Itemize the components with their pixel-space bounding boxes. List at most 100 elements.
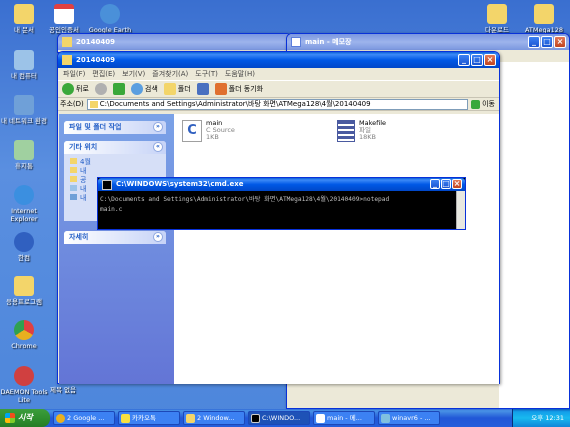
desktop-icon-google-earth[interactable]: Google Earth xyxy=(86,4,134,34)
notepad-icon xyxy=(316,414,325,423)
maximize-button[interactable]: □ xyxy=(441,179,451,189)
taskbar-button-google[interactable]: 2 Google ... xyxy=(53,411,115,425)
desktop-icon-label: 내 컴퓨터 xyxy=(11,72,37,80)
desktop-icon-daemon-tools[interactable]: DAEMON Tools Lite xyxy=(0,366,48,404)
desktop-icon-label: 휴지통 xyxy=(15,162,33,170)
desktop-icon-recycle-bin[interactable]: 휴지통 xyxy=(0,140,48,170)
menu-file[interactable]: 파일(F) xyxy=(63,68,85,80)
forward-button[interactable] xyxy=(94,83,107,95)
desktop-icon-certificate[interactable]: 공인인증서 xyxy=(40,4,88,34)
address-value: C:\Documents and Settings\Administrator\… xyxy=(99,99,371,108)
console-output[interactable]: C:\Documents and Settings\Administrator\… xyxy=(98,191,465,219)
maximize-button[interactable]: □ xyxy=(471,54,483,66)
clock[interactable]: 오후 12:31 xyxy=(531,414,564,422)
cmd-window[interactable]: C:\WINDOWS\system32\cmd.exe _ □ × C:\Doc… xyxy=(97,177,466,230)
back-explorer-window[interactable]: 20140409 xyxy=(57,33,292,53)
other-place-link[interactable]: 4월 xyxy=(70,158,160,167)
chevron-up-icon[interactable]: » xyxy=(153,122,163,132)
desktop-icon-downloads[interactable]: 다운로드 xyxy=(473,4,521,34)
file-item-makefile[interactable]: Makefile 파일 18KB xyxy=(337,120,386,142)
desktop-icon-my-computer[interactable]: 내 컴퓨터 xyxy=(0,50,48,80)
system-tray: 오후 12:31 xyxy=(512,409,570,427)
desktop-icon-label: 내 네트워크 환경 xyxy=(1,117,47,125)
start-button[interactable]: 시작 xyxy=(0,409,50,427)
notepad-text-area[interactable] xyxy=(499,62,569,408)
other-place-label: 내 xyxy=(80,185,87,193)
back-label: 뒤로 xyxy=(76,85,89,93)
network-icon xyxy=(70,194,77,200)
folder-icon xyxy=(70,176,77,182)
taskbar-button-winavr[interactable]: winavr6 - ... xyxy=(378,411,440,425)
other-place-label: 내 xyxy=(80,194,87,202)
menu-edit[interactable]: 편집(E) xyxy=(92,68,115,80)
go-button[interactable]: 이동 xyxy=(471,99,499,109)
panel-header[interactable]: 파일 및 폴더 작업 » xyxy=(64,121,166,134)
up-button[interactable] xyxy=(112,83,125,95)
folder-icon xyxy=(70,158,77,164)
taskbar-button-notepad[interactable]: main - 메... xyxy=(313,411,375,425)
chrome-icon xyxy=(56,414,65,423)
console-line: main.c xyxy=(100,206,123,213)
desktop-icon-apps[interactable]: 응용프로그램 xyxy=(0,276,48,306)
menu-tools[interactable]: 도구(T) xyxy=(195,68,218,80)
other-place-label: 4월 xyxy=(80,158,91,166)
desktop-icon-network[interactable]: 내 네트워크 환경 xyxy=(0,95,48,125)
taskbar-button-kakaotalk[interactable]: 카카오톡 xyxy=(118,411,180,425)
desktop-icon-label: 한컴 xyxy=(18,254,30,262)
desktop-icon-internet-explorer[interactable]: Internet Explorer xyxy=(0,185,48,223)
file-folder-tasks-panel[interactable]: 파일 및 폴더 작업 » xyxy=(64,121,166,134)
desktop-icon-atmega128[interactable]: ATMega128 xyxy=(520,4,568,34)
task-pane: 파일 및 폴더 작업 » 기타 위치 « 4월 내 공 내 내 자세히 » xyxy=(59,114,174,384)
folders-button[interactable]: 폴더 xyxy=(163,83,191,95)
window-title: C:\WINDOWS\system32\cmd.exe xyxy=(116,180,244,188)
taskbar-button-label: main - 메... xyxy=(327,414,362,422)
close-button[interactable]: × xyxy=(554,36,566,48)
chevron-down-icon[interactable]: » xyxy=(153,232,163,242)
globe-icon xyxy=(100,4,120,24)
internet-explorer-icon xyxy=(14,185,34,205)
panel-header[interactable]: 자세히 » xyxy=(64,231,166,244)
taskbar-button-label: 2 Google ... xyxy=(67,414,105,422)
details-panel[interactable]: 자세히 » xyxy=(64,231,166,244)
panel-header[interactable]: 기타 위치 « xyxy=(64,141,166,154)
taskbar-button-cmd[interactable]: C:\WINDO... xyxy=(248,411,310,425)
minimize-button[interactable]: _ xyxy=(528,36,540,48)
scrollbar[interactable] xyxy=(456,191,465,229)
search-button[interactable]: 검색 xyxy=(130,83,158,95)
folder-icon xyxy=(186,414,195,423)
desktop-icon-chrome[interactable]: Chrome xyxy=(0,320,48,350)
menu-view[interactable]: 보기(V) xyxy=(122,68,145,80)
file-list-pane[interactable]: C main C Source 1KB Makefile 파일 18KB xyxy=(174,114,499,384)
menu-favorites[interactable]: 즐겨찾기(A) xyxy=(152,68,188,80)
address-label: 주소(D) xyxy=(60,100,84,108)
sync-button[interactable]: 폴더 동기화 xyxy=(214,83,263,95)
maximize-button[interactable]: □ xyxy=(541,36,553,48)
window-titlebar[interactable]: C:\WINDOWS\system32\cmd.exe _ □ × xyxy=(98,178,465,191)
address-input[interactable]: C:\Documents and Settings\Administrator\… xyxy=(86,98,469,110)
up-folder-icon xyxy=(112,83,125,95)
cmd-icon xyxy=(251,414,260,423)
other-place-link[interactable]: 내 xyxy=(70,167,160,176)
window-titlebar[interactable]: main - 메모장 _ □ × xyxy=(287,34,569,50)
recycle-bin-icon xyxy=(14,140,34,160)
folder-icon xyxy=(89,100,98,108)
back-arrow-icon xyxy=(62,83,74,95)
file-item-main[interactable]: C main C Source 1KB xyxy=(182,120,235,142)
desktop-icon-label: Chrome xyxy=(11,342,37,350)
views-button[interactable] xyxy=(196,83,209,95)
back-button[interactable]: 뒤로 xyxy=(62,83,89,95)
menu-help[interactable]: 도움말(H) xyxy=(225,68,255,80)
toolbar: 뒤로 검색 폴더 폴더 동기화 xyxy=(58,80,499,98)
desktop-icon-hancom[interactable]: 한컴 xyxy=(0,232,48,262)
pdf-icon xyxy=(54,4,74,24)
close-button[interactable]: × xyxy=(484,54,496,66)
minimize-button[interactable]: _ xyxy=(458,54,470,66)
network-icon xyxy=(14,95,34,115)
window-titlebar[interactable]: 20140409 xyxy=(58,34,291,50)
folder-icon xyxy=(534,4,554,24)
window-titlebar[interactable]: 20140409 _ □ × xyxy=(58,52,499,68)
chevron-up-icon[interactable]: « xyxy=(153,142,163,152)
close-button[interactable]: × xyxy=(452,179,462,189)
minimize-button[interactable]: _ xyxy=(430,179,440,189)
taskbar-button-windows[interactable]: 2 Window... xyxy=(183,411,245,425)
